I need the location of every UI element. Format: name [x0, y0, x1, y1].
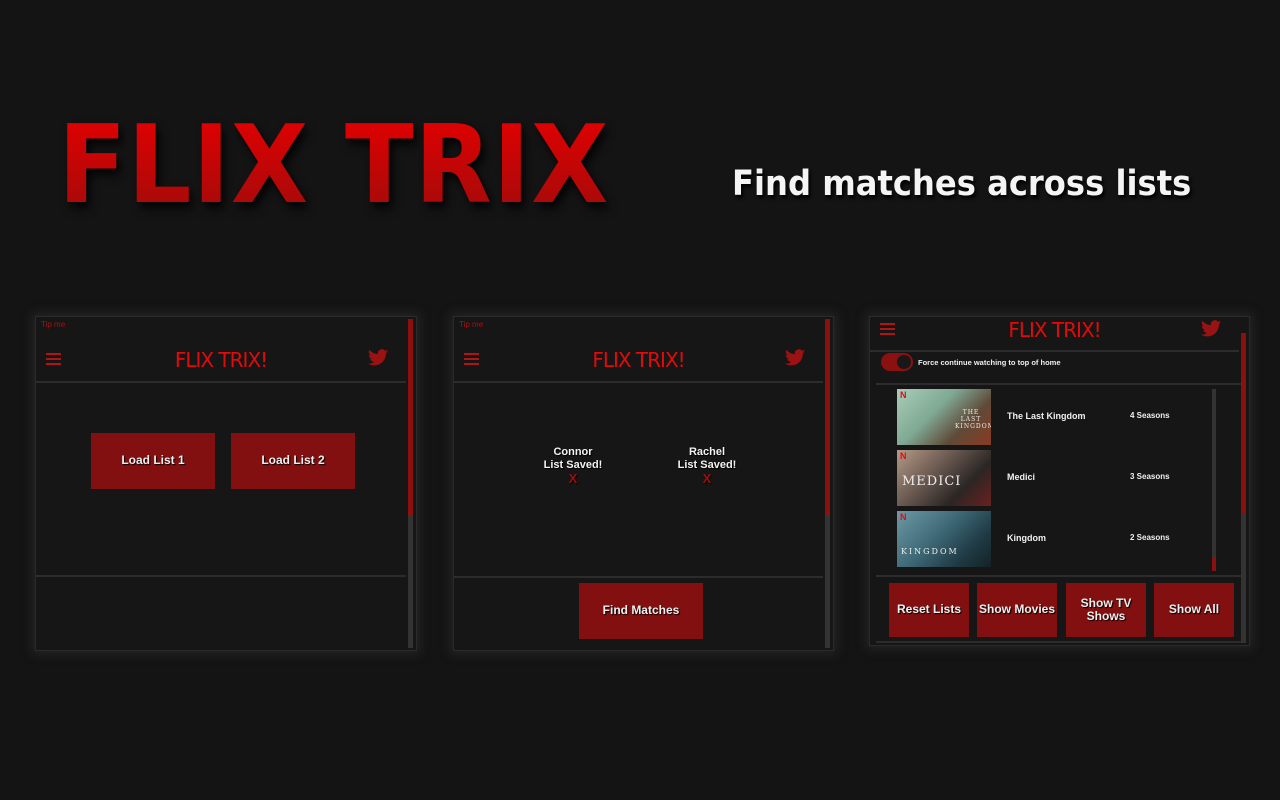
toggle-label: Force continue watching to top of home	[918, 358, 1061, 367]
scrollbar[interactable]	[1241, 333, 1246, 643]
footer-divider	[454, 576, 823, 578]
netflix-logo-icon: N	[900, 451, 907, 461]
footer-divider	[36, 575, 406, 577]
find-matches-button[interactable]: Find Matches	[579, 583, 703, 639]
twitter-icon[interactable]	[785, 349, 805, 366]
hero-title: FLIX TRIX	[58, 103, 610, 228]
app-title: FLIX TRIX!	[1008, 318, 1101, 342]
load-list-2-button[interactable]: Load List 2	[231, 433, 355, 489]
results-scrollbar-thumb[interactable]	[1212, 557, 1216, 571]
reset-lists-button[interactable]: Reset Lists	[889, 583, 969, 637]
netflix-logo-icon: N	[900, 512, 907, 522]
screenshot-matches: FLIX TRIX! Force continue watching to to…	[869, 316, 1250, 646]
remove-list-button[interactable]: X	[662, 472, 752, 485]
netflix-logo-icon: N	[900, 390, 907, 400]
hero-subtitle: Find matches across lists	[732, 164, 1192, 204]
screenshot-lists-saved: Tip me FLIX TRIX! Connor List Saved! X R…	[453, 316, 834, 651]
app-header: FLIX TRIX!	[454, 339, 823, 383]
twitter-icon[interactable]	[1201, 320, 1221, 337]
saved-list-rachel: Rachel List Saved! X	[662, 446, 752, 485]
app-title: FLIX TRIX!	[592, 348, 685, 372]
scrollbar-thumb[interactable]	[825, 319, 830, 517]
result-row[interactable]: N KINGDOM Kingdom 2 Seasons	[897, 511, 1197, 567]
load-list-1-button[interactable]: Load List 1	[91, 433, 215, 489]
results-scrollbar[interactable]	[1212, 389, 1216, 571]
show-tv-shows-button[interactable]: Show TV Shows	[1066, 583, 1146, 637]
force-continue-watching-toggle[interactable]	[881, 353, 913, 371]
show-title: The Last Kingdom	[1007, 411, 1086, 421]
scrollbar-thumb[interactable]	[1241, 333, 1246, 513]
show-all-button[interactable]: Show All	[1154, 583, 1234, 637]
bottom-divider	[876, 641, 1241, 643]
tip-me-link[interactable]: Tip me	[459, 320, 483, 329]
saved-list-status: List Saved!	[543, 459, 603, 471]
twitter-icon[interactable]	[368, 349, 388, 366]
thumbnail-title: THE LAST KINGDOM	[955, 409, 991, 430]
show-title: Kingdom	[1007, 533, 1046, 543]
toggle-knob	[897, 355, 911, 369]
show-movies-button[interactable]: Show Movies	[977, 583, 1057, 637]
app-header: FLIX TRIX!	[870, 317, 1239, 352]
result-row[interactable]: N MEDICI Medici 3 Seasons	[897, 450, 1197, 506]
thumbnail-title: KINGDOM	[901, 547, 959, 556]
thumbnail-title: MEDICI	[902, 474, 962, 489]
app-title: FLIX TRIX!	[174, 348, 268, 372]
scrollbar-thumb[interactable]	[408, 319, 413, 517]
remove-list-button[interactable]: X	[528, 472, 618, 485]
show-seasons: 4 Seasons	[1130, 411, 1170, 420]
saved-list-connor: Connor List Saved! X	[528, 446, 618, 485]
show-seasons: 2 Seasons	[1130, 533, 1170, 542]
scrollbar[interactable]	[825, 319, 830, 648]
app-header: FLIX TRIX!	[36, 339, 406, 383]
tip-me-link[interactable]: Tip me	[41, 320, 65, 329]
list-divider	[876, 383, 1241, 385]
scrollbar[interactable]	[408, 319, 413, 648]
show-thumbnail: N MEDICI	[897, 450, 991, 506]
show-thumbnail: N THE LAST KINGDOM	[897, 389, 991, 445]
saved-list-name: Connor	[553, 446, 593, 458]
screenshot-load-lists: Tip me FLIX TRIX! Load List 1 Load List …	[35, 316, 417, 651]
show-thumbnail: N KINGDOM	[897, 511, 991, 567]
result-row[interactable]: N THE LAST KINGDOM The Last Kingdom 4 Se…	[897, 389, 1197, 445]
saved-list-name: Rachel	[688, 446, 726, 458]
footer-divider	[876, 575, 1241, 577]
saved-list-status: List Saved!	[677, 459, 737, 471]
show-seasons: 3 Seasons	[1130, 472, 1170, 481]
show-title: Medici	[1007, 472, 1036, 482]
